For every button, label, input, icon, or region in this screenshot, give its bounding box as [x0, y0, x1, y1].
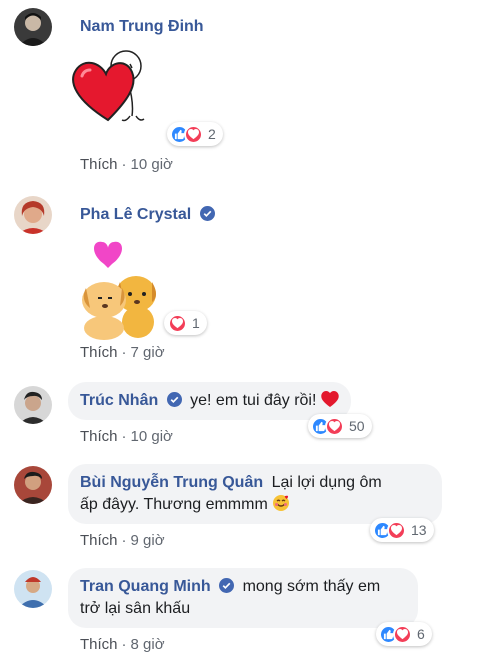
like-link[interactable]: Thích — [80, 344, 118, 361]
comment-text-line1: mong sớm thấy em — [242, 578, 381, 595]
love-icon — [184, 124, 203, 144]
reaction-summary[interactable]: 2 — [167, 122, 223, 146]
timestamp[interactable]: 9 giờ — [131, 532, 165, 549]
comment-header: Pha Lê Crystal — [80, 206, 215, 224]
verified-badge-icon — [199, 206, 215, 221]
reaction-summary[interactable]: 6 — [376, 622, 432, 646]
red-heart-emoji — [321, 391, 339, 409]
love-icon — [393, 624, 412, 644]
commenter-name[interactable]: Bùi Nguyễn Trung Quân — [80, 474, 263, 491]
timestamp[interactable]: 10 giờ — [131, 428, 173, 445]
comment-1: Nam Trung Đinh 2 Thích · 10 giờ — [0, 0, 490, 186]
comment-5: Tran Quang Minh mong sớm thấy em trở lại… — [0, 560, 490, 664]
love-icon — [325, 416, 344, 436]
timestamp[interactable]: 7 giờ — [131, 344, 165, 361]
like-link[interactable]: Thích — [80, 428, 118, 445]
reaction-summary[interactable]: 1 — [164, 311, 207, 335]
like-link[interactable]: Thích — [80, 156, 118, 173]
smiling-hearts-emoji — [272, 495, 290, 513]
commenter-name[interactable]: Trúc Nhân — [80, 392, 158, 409]
verified-badge-icon — [166, 392, 182, 407]
comment-meta: Thích · 8 giờ — [80, 636, 165, 653]
like-link[interactable]: Thích — [80, 636, 118, 653]
comment-3: Trúc Nhân ye! em tui đây rồi! 50 Thích · 1… — [0, 370, 490, 460]
avatar[interactable] — [14, 466, 52, 504]
love-icon — [387, 520, 406, 540]
reaction-count: 50 — [349, 418, 365, 434]
comment-meta: Thích · 7 giờ — [80, 344, 165, 361]
avatar[interactable] — [14, 570, 52, 608]
timestamp[interactable]: 10 giờ — [131, 156, 173, 173]
avatar[interactable] — [14, 8, 52, 46]
comment-text-line1: Lại lợi dụng ôm — [271, 474, 382, 491]
verified-badge-icon — [219, 578, 235, 593]
comment-4: Bùi Nguyễn Trung Quân Lại lợi dụng ôm ấp… — [0, 460, 490, 560]
avatar[interactable] — [14, 386, 52, 424]
comment-bubble: Bùi Nguyễn Trung Quân Lại lợi dụng ôm ấp… — [68, 464, 442, 524]
reaction-count: 6 — [417, 626, 425, 642]
commenter-name[interactable]: Pha Lê Crystal — [80, 206, 191, 223]
puppies-love-sticker[interactable] — [74, 236, 170, 340]
reaction-summary[interactable]: 13 — [370, 518, 434, 542]
comment-header: Nam Trung Đinh — [80, 18, 204, 36]
commenter-name[interactable]: Nam Trung Đinh — [80, 18, 204, 35]
comment-meta: Thích · 10 giờ — [80, 156, 173, 173]
comment-meta: Thích · 10 giờ — [80, 428, 173, 445]
avatar[interactable] — [14, 196, 52, 234]
timestamp[interactable]: 8 giờ — [131, 636, 165, 653]
love-icon — [168, 313, 187, 333]
comment-text: ye! em tui đây rồi! — [190, 392, 317, 409]
reaction-count: 1 — [192, 315, 200, 331]
comment-meta: Thích · 9 giờ — [80, 532, 165, 549]
comment-text-line2: trở lại sân khấu — [80, 600, 191, 617]
comment-2: Pha Lê Crystal 1 Thích · 7 giờ — [0, 186, 490, 370]
reaction-count: 2 — [208, 126, 216, 142]
commenter-name[interactable]: Tran Quang Minh — [80, 578, 211, 595]
comment-bubble: Trúc Nhân ye! em tui đây rồi! — [68, 382, 351, 420]
reaction-summary[interactable]: 50 — [308, 414, 372, 438]
comment-text-line2: ấp đâyy. Thương emmmm — [80, 496, 268, 513]
like-link[interactable]: Thích — [80, 532, 118, 549]
comment-bubble: Tran Quang Minh mong sớm thấy em trở lại… — [68, 568, 418, 628]
heart-hug-sticker[interactable] — [68, 42, 148, 126]
reaction-count: 13 — [411, 522, 427, 538]
